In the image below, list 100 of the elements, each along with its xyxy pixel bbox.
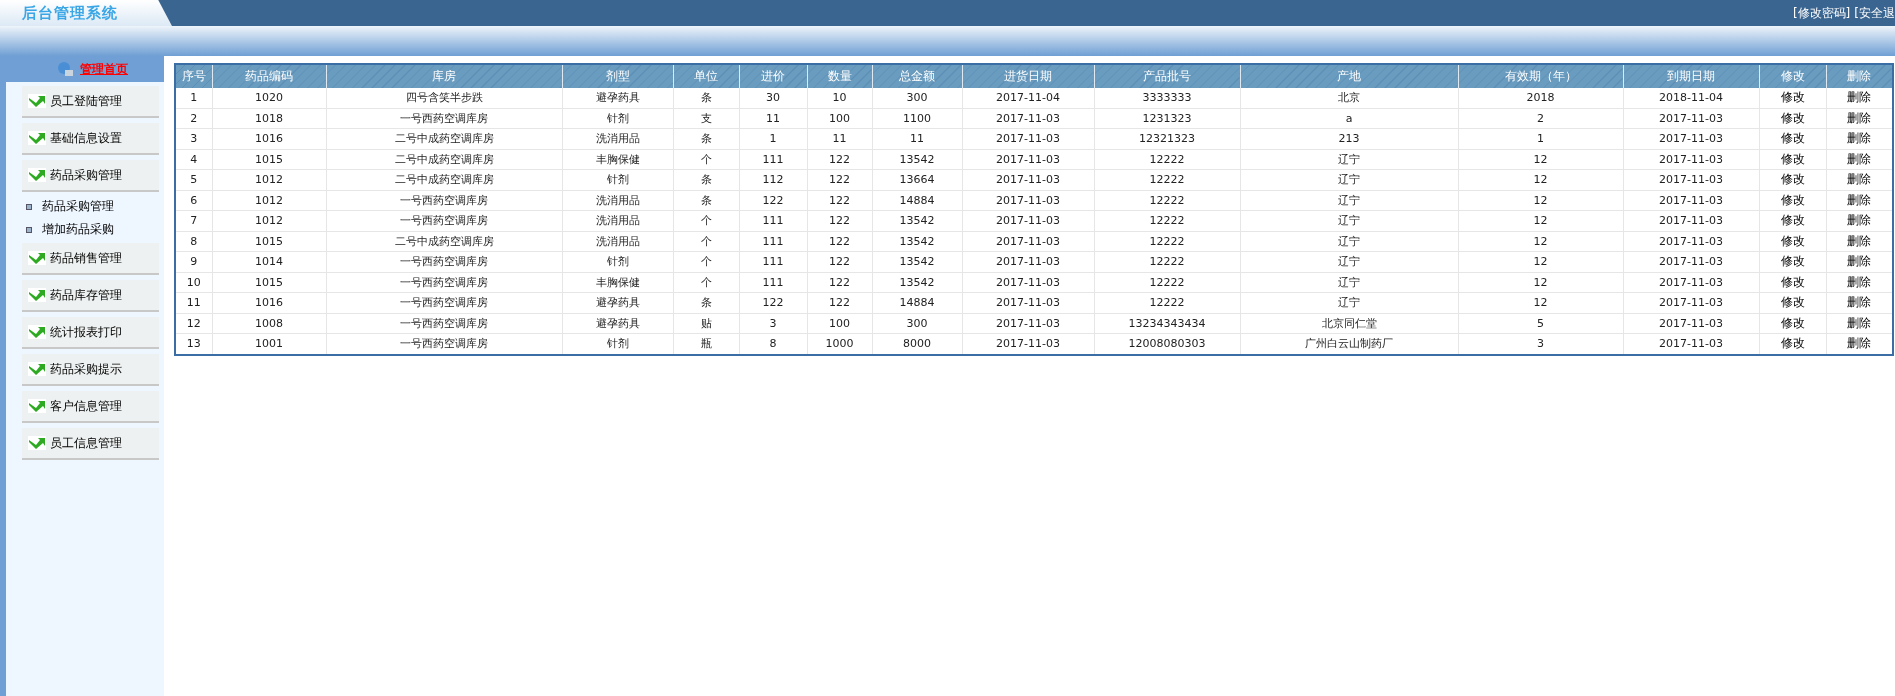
action-link[interactable]: 删除 (1847, 131, 1872, 146)
column-header: 删除 (1826, 64, 1893, 88)
action-link[interactable]: 删除 (1847, 90, 1872, 105)
table-cell: 8 (739, 333, 807, 355)
table-cell: 10 (175, 272, 212, 293)
table-cell: 条 (673, 88, 739, 108)
table-cell: 12222 (1094, 190, 1240, 211)
action-link[interactable]: 修改 (1780, 192, 1805, 207)
menu-item[interactable]: 药品采购管理 (22, 160, 159, 192)
table-cell: 2017-11-03 (962, 210, 1094, 231)
table-cell: 12222 (1094, 231, 1240, 252)
action-link[interactable]: 修改 (1780, 315, 1805, 330)
arrow-icon (28, 325, 46, 339)
table-cell: 12008080303 (1094, 333, 1240, 355)
table-cell: 300 (872, 88, 962, 108)
action-link[interactable]: 删除 (1847, 213, 1872, 228)
action-link[interactable]: 删除 (1847, 274, 1872, 289)
action-link[interactable]: 修改 (1780, 151, 1805, 166)
action-link[interactable]: 修改 (1780, 131, 1805, 146)
table-cell: 1 (1458, 128, 1623, 149)
table-cell: 12 (1458, 149, 1623, 170)
table-cell: 洗消用品 (562, 210, 673, 231)
table-cell: 辽宁 (1240, 169, 1458, 190)
table-cell: 丰胸保健 (562, 149, 673, 170)
column-header: 进货日期 (962, 64, 1094, 88)
table-cell: 辽宁 (1240, 292, 1458, 313)
action-link[interactable]: 修改 (1780, 213, 1805, 228)
table-cell: 13542 (872, 210, 962, 231)
table-cell: 贴 (673, 313, 739, 334)
table-cell: 一号西药空调库房 (326, 190, 562, 211)
column-header: 数量 (807, 64, 872, 88)
table-cell: 2017-11-03 (1623, 210, 1759, 231)
table-cell: 1 (175, 88, 212, 108)
column-header: 剂型 (562, 64, 673, 88)
bullet-icon (26, 226, 32, 233)
action-link[interactable]: 删除 (1847, 110, 1872, 125)
menu-item[interactable]: 客户信息管理 (22, 391, 159, 423)
submenu-item[interactable]: 增加药品采购 (6, 218, 164, 241)
arrow-icon (28, 362, 46, 376)
menu-item[interactable]: 药品销售管理 (22, 243, 159, 275)
table-cell: 2017-11-03 (1623, 272, 1759, 293)
action-link[interactable]: 修改 (1780, 295, 1805, 310)
table-cell: 11 (872, 128, 962, 149)
table-cell: 1012 (212, 210, 326, 231)
action-link[interactable]: 修改 (1780, 254, 1805, 269)
table-cell: 1015 (212, 149, 326, 170)
table-cell: 2017-11-03 (1623, 251, 1759, 272)
action-link[interactable]: 修改 (1780, 233, 1805, 248)
table-cell: 2017-11-04 (962, 88, 1094, 108)
table-cell: 10 (807, 88, 872, 108)
menu-item[interactable]: 基础信息设置 (22, 123, 159, 155)
action-link[interactable]: 修改 (1780, 110, 1805, 125)
table-cell: 100 (807, 108, 872, 129)
table-cell: 111 (739, 251, 807, 272)
header-link[interactable]: [修改密码] (1792, 4, 1851, 22)
table-cell: 二号中成药空调库房 (326, 128, 562, 149)
table-cell: 111 (739, 231, 807, 252)
table-cell: 1015 (212, 272, 326, 293)
table-cell: 避孕药具 (562, 313, 673, 334)
header-link[interactable]: [安全退 (1854, 4, 1895, 22)
action-link[interactable]: 修改 (1780, 172, 1805, 187)
menu-item[interactable]: 药品采购提示 (22, 354, 159, 386)
column-header: 产地 (1240, 64, 1458, 88)
action-link[interactable]: 删除 (1847, 254, 1872, 269)
action-link[interactable]: 删除 (1847, 315, 1872, 330)
table-cell: 辽宁 (1240, 231, 1458, 252)
table-cell: 2017-11-03 (1623, 190, 1759, 211)
action-link[interactable]: 删除 (1847, 151, 1872, 166)
menu-item[interactable]: 药品库存管理 (22, 280, 159, 312)
action-link[interactable]: 删除 (1847, 192, 1872, 207)
table-cell: 避孕药具 (562, 88, 673, 108)
table-cell: 洗消用品 (562, 231, 673, 252)
table-cell: 北京 (1240, 88, 1458, 108)
menu-item[interactable]: 员工信息管理 (22, 428, 159, 460)
action-link[interactable]: 删除 (1847, 172, 1872, 187)
table-cell: 2017-11-03 (962, 149, 1094, 170)
table-cell: 14884 (872, 292, 962, 313)
arrow-icon (28, 168, 46, 182)
action-link[interactable]: 删除 (1847, 336, 1872, 351)
action-link[interactable]: 修改 (1780, 274, 1805, 289)
table-cell: 一号西药空调库房 (326, 210, 562, 231)
submenu-item[interactable]: 药品采购管理 (6, 195, 164, 218)
action-link[interactable]: 修改 (1780, 90, 1805, 105)
table-cell: 12 (1458, 210, 1623, 231)
action-link[interactable]: 删除 (1847, 295, 1872, 310)
action-link[interactable]: 删除 (1847, 233, 1872, 248)
table-cell: 二号中成药空调库房 (326, 231, 562, 252)
table-cell: 四号含笑半步跌 (326, 88, 562, 108)
table-cell: 个 (673, 251, 739, 272)
menu-item[interactable]: 统计报表打印 (22, 317, 159, 349)
table-cell: 5 (1458, 313, 1623, 334)
table-cell: 针剂 (562, 251, 673, 272)
arrow-icon (28, 251, 46, 265)
menu-item[interactable]: 员工登陆管理 (22, 86, 159, 118)
table-cell: 2017-11-03 (1623, 149, 1759, 170)
table-cell: 3 (175, 128, 212, 149)
table-cell: 一号西药空调库房 (326, 313, 562, 334)
table-cell: 213 (1240, 128, 1458, 149)
table-cell: 8000 (872, 333, 962, 355)
action-link[interactable]: 修改 (1780, 336, 1805, 351)
